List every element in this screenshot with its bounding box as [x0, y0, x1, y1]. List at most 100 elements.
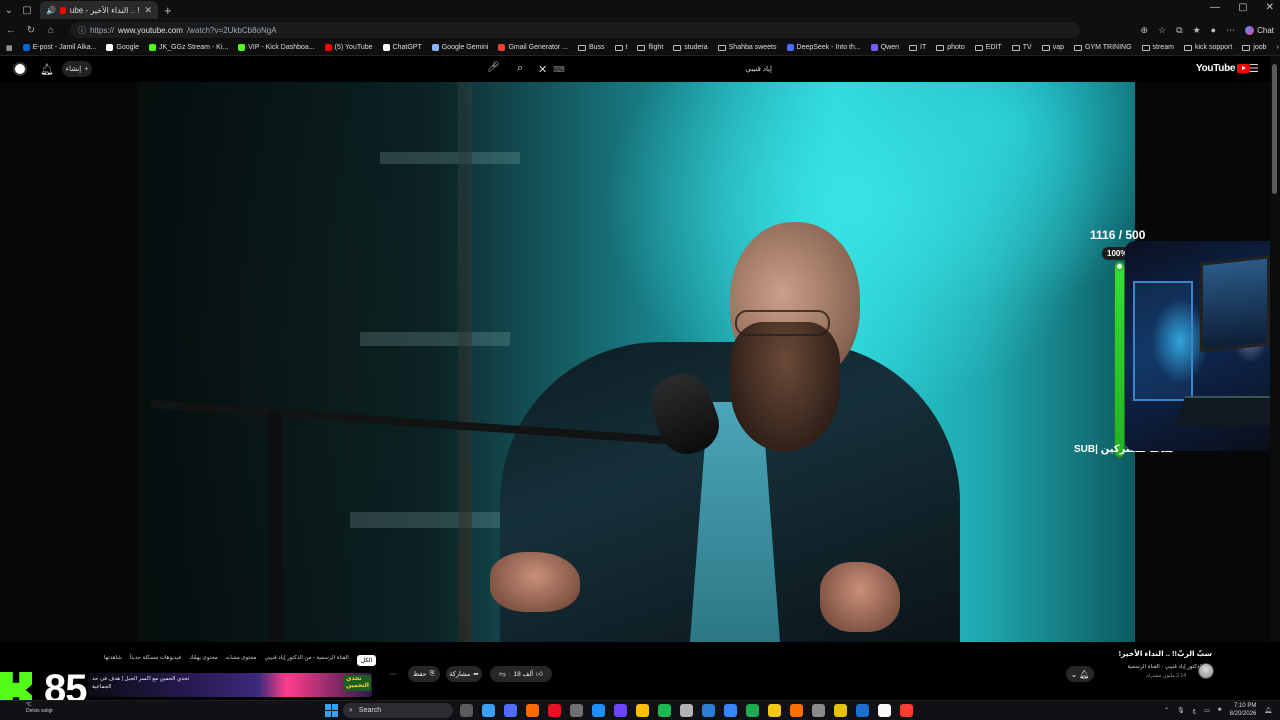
pinned-app-icon[interactable]	[878, 704, 891, 717]
bookmark-item[interactable]: EDIT	[974, 44, 1002, 51]
volume-icon[interactable]: 🔊︎	[1218, 707, 1222, 714]
site-info-icon[interactable]: ⓘ	[78, 25, 86, 36]
close-window-button[interactable]: ✕	[1266, 2, 1274, 13]
pinned-app-icon[interactable]	[900, 704, 913, 717]
channel-avatar[interactable]	[1198, 663, 1214, 679]
bookmark-item[interactable]: joob	[1242, 44, 1267, 51]
bookmark-item[interactable]: t	[614, 44, 627, 51]
zoom-icon[interactable]: ⊕	[1141, 25, 1149, 36]
pinned-app-icon[interactable]	[460, 704, 473, 717]
bookmarks-overflow-icon[interactable]: ›	[1277, 44, 1279, 51]
youtube-logo[interactable]: YouTube	[1196, 63, 1251, 74]
language-indicator-icon[interactable]: ع	[1193, 707, 1197, 714]
bookmark-item[interactable]: (5) YouTube	[324, 44, 373, 51]
filter-chip[interactable]: شاهدتها	[104, 655, 122, 666]
pinned-app-icon[interactable]	[768, 704, 781, 717]
filter-chip[interactable]: محتوى يهمّك	[189, 655, 218, 666]
favorite-star-icon[interactable]: ☆	[1158, 25, 1166, 36]
account-avatar[interactable]	[13, 62, 27, 76]
profile-avatar-icon[interactable]: ●	[1211, 25, 1216, 35]
bookmark-item[interactable]: stream	[1141, 44, 1174, 51]
pinned-app-icon[interactable]	[614, 704, 627, 717]
pinned-app-icon[interactable]	[702, 704, 715, 717]
search-input[interactable]: ✕ ⌨ إياد قنيبي	[538, 60, 778, 78]
bookmark-item[interactable]: Shahba sweets	[717, 44, 777, 51]
back-button[interactable]: ←	[6, 25, 16, 36]
clear-search-icon[interactable]: ✕	[538, 63, 547, 76]
bookmark-item[interactable]: Buss	[577, 44, 605, 51]
scrollbar-thumb[interactable]	[1272, 64, 1277, 194]
filter-chip[interactable]: محتوى مشابه	[226, 655, 257, 666]
bookmark-item[interactable]: Qwen	[870, 44, 899, 51]
recommended-video-thumbnail[interactable]: تحدي الحمين مع اكسر الجبل | هدف في حد ال…	[88, 673, 372, 697]
subscribed-notifications-button[interactable]: ⌄ 🔔︎	[1066, 666, 1094, 682]
pinned-app-icon[interactable]	[834, 704, 847, 717]
tray-chevron-up-icon[interactable]: ⌃	[1164, 707, 1169, 714]
tab-audio-icon[interactable]: 🔊	[46, 0, 56, 20]
notifications-bell-icon[interactable]: 🔔︎	[40, 63, 54, 76]
browser-tab-youtube[interactable]: 🔊 ube - سبّ الربّ!! .. النداء الأخير! ✕	[40, 1, 158, 19]
create-button[interactable]: إنشاء +	[62, 61, 92, 77]
bookmark-item[interactable]: photo	[936, 44, 965, 51]
url-field[interactable]: ⓘ https://www.youtube.com/watch?v=2UkbCb…	[70, 22, 1080, 38]
tab-menu-icon[interactable]: ⌄	[0, 0, 18, 20]
share-button[interactable]: مشاركة ➦	[446, 666, 482, 682]
more-actions-button[interactable]: ⋯	[386, 666, 400, 682]
bookmark-item[interactable]: vap	[1041, 44, 1064, 51]
maximize-button[interactable]: ▢	[1238, 2, 1247, 13]
refresh-button[interactable]: ↻	[26, 25, 36, 36]
filter-chip[interactable]: فيديوهات مسكلة حديثاً	[130, 655, 181, 666]
pinned-app-icon[interactable]	[790, 704, 803, 717]
home-button[interactable]: ⌂	[46, 25, 56, 36]
bookmark-item[interactable]: Gmail Generator ...	[498, 44, 568, 51]
bookmark-item[interactable]: ChatGPT	[382, 44, 422, 51]
taskbar-search-input[interactable]: ⌕ Search	[343, 703, 453, 718]
bookmark-item[interactable]: E-post - Jamil Alka...	[22, 44, 96, 51]
pinned-app-icon[interactable]	[812, 704, 825, 717]
pinned-app-icon[interactable]	[592, 704, 605, 717]
pinned-app-icon[interactable]	[680, 704, 693, 717]
extensions-icon[interactable]: ⧉	[1176, 25, 1182, 36]
network-icon[interactable]: ▭	[1204, 707, 1210, 714]
apps-grid-icon[interactable]: ▦	[6, 44, 13, 52]
pinned-app-icon[interactable]	[856, 704, 869, 717]
bookmark-item[interactable]: Google	[106, 44, 139, 51]
new-tab-button[interactable]: +	[164, 3, 172, 18]
save-button[interactable]: حفظ ⎘	[408, 666, 440, 682]
like-icon[interactable]: 👍︎	[536, 670, 543, 678]
bookmark-item[interactable]: kick sopport	[1183, 44, 1232, 51]
bookmark-item[interactable]: VIP - Kick Dashboa...	[238, 44, 315, 51]
more-menu-icon[interactable]: ⋯	[1226, 25, 1235, 36]
search-button-icon[interactable]: ⌕	[517, 62, 523, 75]
pinned-app-icon[interactable]	[504, 704, 517, 717]
pinned-app-icon[interactable]	[746, 704, 759, 717]
voice-search-mic-icon[interactable]: 🎤︎	[487, 62, 500, 73]
pinned-app-icon[interactable]	[636, 704, 649, 717]
start-button-windows-icon[interactable]	[325, 704, 338, 717]
pinned-app-icon[interactable]	[724, 704, 737, 717]
page-scrollbar[interactable]	[1270, 56, 1280, 700]
filter-chip-all[interactable]: الكل	[356, 655, 377, 666]
bookmark-item[interactable]: studera	[673, 44, 708, 51]
channel-name[interactable]: الدكتور إياد قنيبي - القناة الرسمية	[1127, 664, 1203, 670]
copilot-chat-button[interactable]: Chat	[1245, 25, 1274, 35]
pinned-app-icon[interactable]	[570, 704, 583, 717]
bookmark-item[interactable]: Google Gemini	[431, 44, 488, 51]
bookmark-item[interactable]: DeepSeek - Into th...	[786, 44, 861, 51]
taskbar-clock[interactable]: 7:10 PM 8/20/2026	[1230, 702, 1257, 718]
pinned-app-icon[interactable]	[482, 704, 495, 717]
tab-close-icon[interactable]: ✕	[144, 5, 152, 16]
bookmark-item[interactable]: GYM TRINING	[1073, 44, 1132, 51]
bookmark-item[interactable]: TV	[1011, 44, 1032, 51]
weather-widget[interactable]: °C Delvis soligt	[26, 702, 53, 714]
pinned-app-icon[interactable]	[548, 704, 561, 717]
filter-chip[interactable]: القناة الرسمية - من الدكتور إياد قنيبي	[265, 655, 349, 666]
pinned-app-icon[interactable]	[526, 704, 539, 717]
microphone-tray-icon[interactable]: 🎙︎	[1177, 707, 1185, 714]
notifications-icon[interactable]: 🔔︎	[1264, 707, 1272, 714]
keyboard-icon[interactable]: ⌨	[553, 65, 565, 74]
video-player[interactable]	[0, 82, 1270, 642]
bookmark-item[interactable]: flight	[637, 44, 663, 51]
dislike-icon[interactable]: 👎︎	[499, 670, 506, 678]
pinned-app-icon[interactable]	[658, 704, 671, 717]
